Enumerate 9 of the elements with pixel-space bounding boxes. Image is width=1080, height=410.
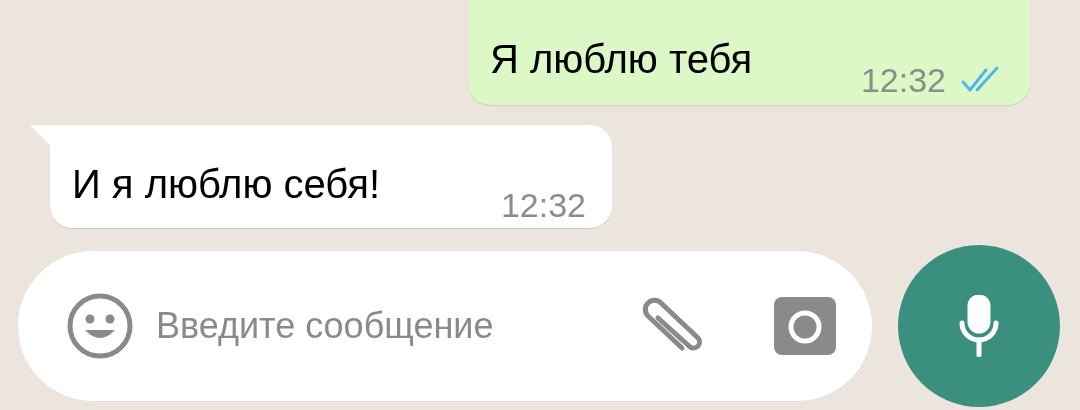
message-field[interactable]: Введите сообщение	[156, 299, 638, 353]
message-text: Я люблю тебя	[490, 36, 753, 82]
message-text: И я люблю себя!	[72, 161, 381, 207]
message-input[interactable]: Введите сообщение	[18, 251, 872, 401]
microphone-icon	[959, 295, 999, 357]
message-time: 12:32	[860, 62, 946, 98]
message-time: 12:32	[500, 187, 586, 223]
camera-icon[interactable]	[774, 297, 836, 355]
emoji-icon[interactable]	[66, 292, 134, 360]
